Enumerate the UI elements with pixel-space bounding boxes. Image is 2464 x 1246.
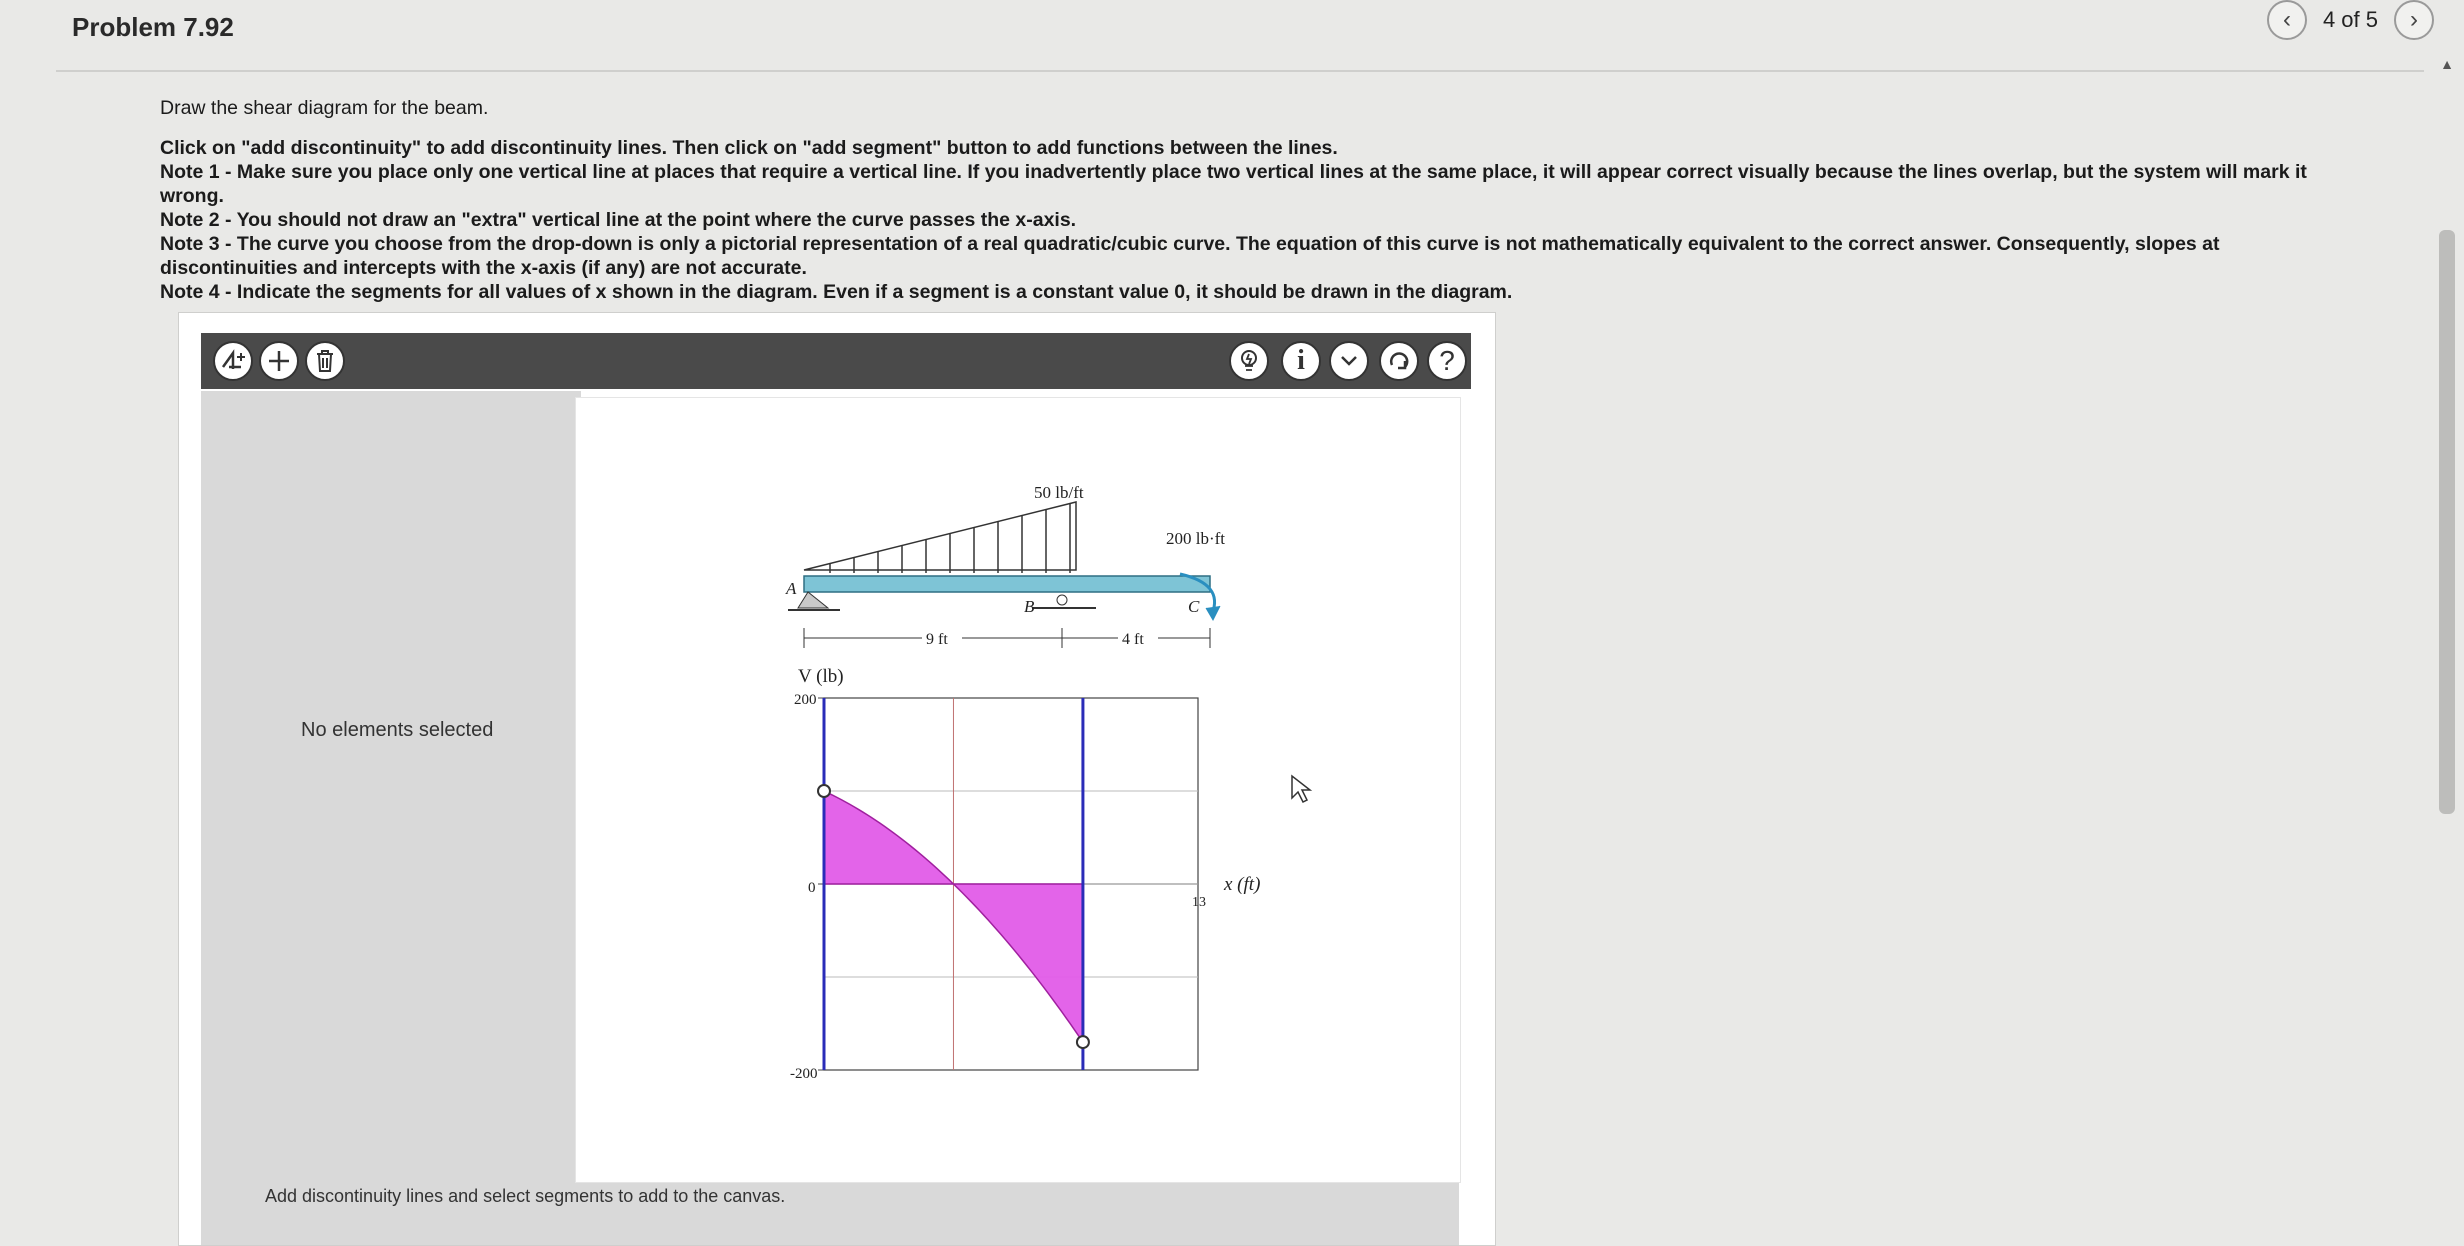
segment-end-point[interactable] [1075, 1035, 1090, 1050]
pin-support-a [797, 591, 830, 609]
instructions-intro: Draw the shear diagram for the beam. [160, 97, 489, 119]
next-problem-button[interactable]: › [2394, 0, 2434, 40]
point-a-label: A [785, 579, 797, 598]
help-button[interactable]: ? [1427, 341, 1467, 381]
delete-icon [317, 350, 333, 372]
hint-bulb-icon [1241, 350, 1257, 371]
info-icon: i [1297, 345, 1305, 376]
roller-support-b [1056, 594, 1068, 606]
load-arrows [829, 503, 1071, 573]
drawing-canvas[interactable]: 50 lb/ft 200 lb·ft A B C 9 ft 4 ft V (lb… [575, 397, 1461, 1183]
span-1-label: 9 ft [926, 631, 948, 648]
point-b-label: B [1024, 597, 1035, 616]
beam-body [803, 575, 1211, 593]
help-icon: ? [1439, 345, 1455, 376]
chevron-left-icon: ‹ [2282, 6, 2291, 33]
pager: ‹ 4 of 5 › [2266, 0, 2434, 40]
x-tick-13: 13 [1192, 895, 1206, 910]
y-axis-label: V (lb) [798, 666, 844, 687]
selection-status: No elements selected [301, 719, 494, 741]
add-segment-icon [269, 351, 289, 371]
beam-and-shear-diagram: 50 lb/ft 200 lb·ft A B C 9 ft 4 ft V (lb… [785, 483, 1313, 1082]
chevron-down-icon [1341, 356, 1357, 366]
properties-panel: No elements selected [201, 391, 581, 1245]
widget-toolbar: i ? [201, 333, 1471, 389]
add-discontinuity-icon [221, 349, 245, 369]
info-button[interactable]: i [1281, 341, 1321, 381]
instructions-note2: Note 2 - You should not draw an "extra" … [160, 209, 1077, 231]
chevron-right-icon: › [2410, 6, 2418, 33]
scrollbar-thumb[interactable] [2439, 230, 2455, 814]
instructions-note1: Note 1 - Make sure you place only one ve… [160, 161, 2307, 207]
hint-button[interactable] [1229, 341, 1269, 381]
shear-plot: V (lb) 200 0 -200 13 x (ft) [790, 666, 1260, 1082]
page-title: Problem 7.92 [72, 12, 234, 42]
x-axis-label: x (ft) [1223, 874, 1260, 895]
instructions: Draw the shear diagram for the beam. Cli… [160, 96, 2360, 304]
instructions-line1: Click on "add discontinuity" to add disc… [160, 137, 1338, 159]
problem-count: 4 of 5 [2322, 7, 2378, 32]
header-divider [56, 70, 2424, 72]
y-tick-0: 0 [808, 880, 816, 896]
segment-start-point[interactable] [817, 784, 831, 798]
scroll-up-arrow[interactable]: ▲ [2440, 56, 2454, 72]
load-label: 50 lb/ft [1034, 483, 1084, 502]
mouse-cursor-icon [1291, 774, 1313, 804]
delete-button[interactable] [305, 341, 345, 381]
instructions-note4: Note 4 - Indicate the segments for all v… [160, 281, 1513, 303]
y-tick-minus-200: -200 [790, 1066, 818, 1082]
instructions-note3: Note 3 - The curve you choose from the d… [160, 233, 2220, 279]
drawing-widget: i ? No elements selected 50 lb/ft 200 lb… [178, 312, 1496, 1246]
hint-text: Add discontinuity lines and select segme… [265, 1186, 786, 1206]
point-c-label: C [1188, 597, 1200, 616]
dropdown-button[interactable] [1329, 341, 1369, 381]
reset-button[interactable] [1379, 341, 1419, 381]
span-2-label: 4 ft [1122, 631, 1144, 648]
add-discontinuity-button[interactable] [213, 341, 253, 381]
prev-problem-button[interactable]: ‹ [2266, 0, 2307, 40]
add-segment-button[interactable] [259, 341, 299, 381]
reset-icon [1390, 352, 1409, 370]
y-tick-200: 200 [794, 692, 817, 708]
beam-figure: 50 lb/ft 200 lb·ft A B C 9 ft 4 ft [785, 483, 1225, 648]
moment-label: 200 lb·ft [1166, 529, 1225, 548]
distributed-load-outline [803, 501, 1077, 571]
